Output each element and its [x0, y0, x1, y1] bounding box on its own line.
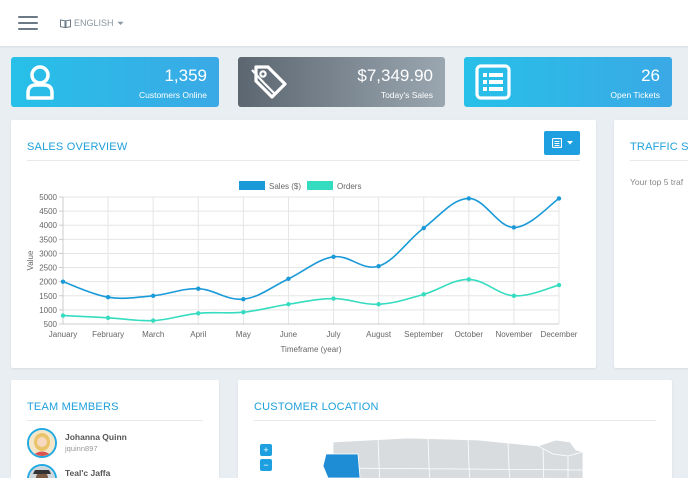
caret-down-icon	[117, 21, 124, 25]
data-point	[241, 309, 246, 315]
x-tick-label: November	[495, 330, 532, 339]
language-dropdown[interactable]: ENGLISH	[60, 18, 124, 28]
stat-card-customers-online: 1,359 Customers Online	[11, 57, 219, 107]
data-point	[196, 286, 201, 291]
data-point	[60, 279, 66, 284]
stat-label: Open Tickets	[610, 90, 660, 100]
data-point	[105, 294, 111, 300]
member-username: jquinn897	[65, 444, 98, 453]
x-tick-label: March	[142, 330, 164, 339]
data-point	[286, 276, 291, 282]
x-tick-label: January	[49, 330, 77, 339]
card-title: TEAM MEMBERS	[27, 401, 119, 413]
y-tick-label: 3000	[39, 249, 57, 258]
team-members-card: TEAM MEMBERS Johanna Quinn jquinn897 Tea…	[11, 380, 219, 478]
stat-value: 26	[641, 66, 660, 85]
member-name: Johanna Quinn	[65, 432, 127, 442]
x-tick-label: February	[92, 330, 124, 339]
book-icon	[60, 18, 71, 28]
y-tick-label: 5000	[39, 193, 57, 202]
series-line-orders	[62, 278, 560, 322]
language-label: ENGLISH	[74, 18, 114, 28]
avatar	[27, 428, 57, 458]
data-point	[105, 315, 111, 320]
data-point	[466, 196, 472, 201]
data-point	[376, 263, 381, 269]
sales-overview-card: SALES OVERVIEW 500 1000 1500 2000 2500 3000 35…	[11, 120, 596, 368]
data-point	[196, 311, 201, 316]
avatar	[27, 464, 57, 478]
data-point	[286, 302, 291, 307]
y-tick-label: 2500	[39, 264, 57, 273]
data-point	[241, 296, 246, 302]
x-tick-label: October	[455, 330, 484, 339]
data-point	[511, 225, 517, 230]
legend-label: Sales ($)	[269, 182, 301, 191]
top-bar: ENGLISH	[0, 0, 688, 46]
data-point	[150, 318, 156, 323]
y-tick-label: 2000	[39, 278, 57, 287]
data-point	[150, 293, 156, 298]
highlighted-state	[322, 453, 361, 478]
legend-label: Orders	[337, 182, 361, 191]
data-point	[331, 254, 336, 260]
y-tick-label: 1000	[39, 306, 57, 315]
x-tick-label: December	[541, 330, 578, 339]
zoom-in-button[interactable]: +	[260, 444, 272, 456]
price-tag-icon	[248, 63, 288, 106]
stat-card-open-tickets: 26 Open Tickets	[464, 57, 672, 107]
stat-card-todays-sales: $7,349.90 Today's Sales	[238, 57, 445, 107]
divider	[630, 160, 688, 161]
stat-label: Customers Online	[138, 90, 207, 100]
data-point	[331, 296, 336, 301]
legend-swatch	[239, 181, 265, 190]
y-tick-label: 1500	[39, 292, 57, 301]
data-point	[421, 292, 426, 297]
y-tick-label: 3500	[39, 235, 57, 244]
y-tick-label: 500	[44, 320, 58, 329]
x-tick-label: June	[280, 330, 298, 339]
x-tick-label: July	[326, 330, 340, 339]
y-axis-label: Value	[26, 250, 35, 270]
x-tick-label: April	[190, 330, 206, 339]
zoom-out-button[interactable]: −	[260, 459, 272, 471]
usa-map	[322, 437, 585, 478]
y-tick-label: 4500	[39, 207, 57, 216]
traffic-sources-card: TRAFFIC SO Your top 5 traf	[614, 120, 688, 368]
user-icon	[25, 64, 55, 105]
data-point	[60, 313, 66, 318]
team-member-item[interactable]: Johanna Quinn jquinn897	[27, 428, 207, 458]
x-tick-label: May	[236, 330, 251, 339]
y-tick-label: 4000	[39, 221, 57, 230]
menu-icon[interactable]	[18, 16, 38, 30]
card-subtitle: Your top 5 traf	[630, 177, 684, 187]
stat-label: Today's Sales	[380, 90, 433, 100]
data-point	[556, 282, 562, 288]
data-point	[511, 293, 517, 298]
stat-value: $7,349.90	[357, 66, 433, 85]
card-title: TRAFFIC SO	[630, 141, 688, 153]
x-tick-label: August	[366, 330, 392, 339]
x-tick-label: September	[404, 330, 443, 339]
list-icon	[475, 64, 511, 105]
divider	[27, 420, 203, 421]
legend-swatch	[307, 181, 333, 190]
stat-value: 1,359	[164, 66, 207, 85]
member-name: Teal'c Jaffa	[65, 468, 111, 478]
data-point	[556, 196, 562, 201]
customer-location-card: CUSTOMER LOCATION + −	[238, 380, 672, 478]
data-point	[466, 277, 472, 282]
x-axis-label: Timeframe (year)	[280, 345, 341, 354]
sales-line-chart: 500 1000 1500 2000 2500 3000 3500 4000 4500 5000 J…	[26, 181, 578, 354]
data-point	[421, 225, 426, 231]
data-point	[376, 302, 381, 307]
team-member-item[interactable]: Teal'c Jaffa	[27, 464, 207, 478]
